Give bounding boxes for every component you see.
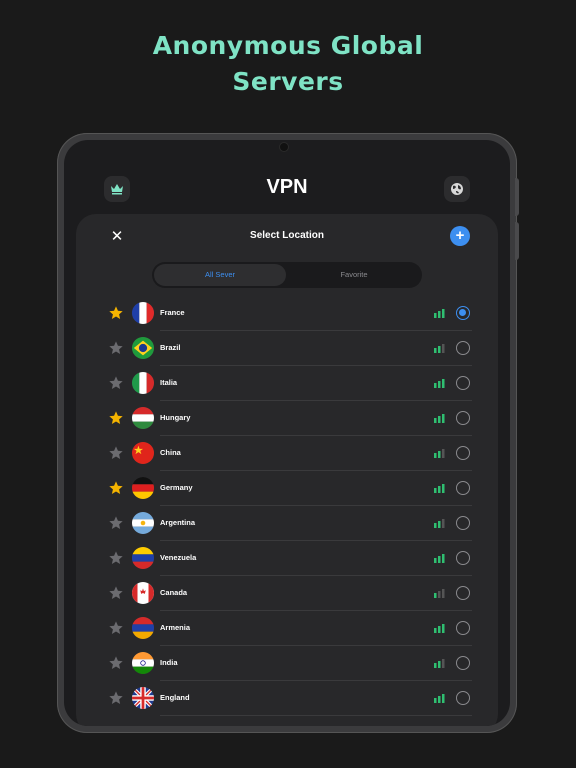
signal-strength-icon [434,344,445,353]
brazil-flag-icon [132,337,154,359]
server-select-radio[interactable] [456,551,470,565]
italy-flag-icon [132,372,154,394]
venezuela-flag-icon [132,547,154,569]
favorite-star-icon[interactable] [108,305,124,321]
country-name: Armenia [160,623,191,632]
england-flag-icon [132,687,154,709]
server-select-radio[interactable] [456,306,470,320]
country-name: India [160,658,178,667]
server-select-radio[interactable] [456,446,470,460]
promo-title-line2: Servers [232,67,344,96]
camera-icon [280,143,288,151]
country-name: Brazil [160,343,181,352]
country-name: Germany [160,483,193,492]
server-select-radio[interactable] [456,691,470,705]
country-name: Venezuela [160,553,197,562]
favorite-star-icon[interactable] [108,480,124,496]
sheet-title: Select Location [250,230,324,241]
signal-strength-icon [434,694,445,703]
india-flag-icon [132,652,154,674]
server-row-venezuela[interactable]: Venezuela [76,541,498,576]
app-screen: VPN ✕ Select Location + All Sever Favori… [64,140,510,726]
row-divider [160,715,472,716]
favorite-star-icon[interactable] [108,655,124,671]
signal-strength-icon [434,379,445,388]
favorite-star-icon[interactable] [108,550,124,566]
favorite-star-icon[interactable] [108,585,124,601]
server-row-india[interactable]: India [76,646,498,681]
globe-button[interactable] [444,176,470,202]
china-flag-icon [132,442,154,464]
server-row-germany[interactable]: Germany [76,471,498,506]
server-select-radio[interactable] [456,621,470,635]
server-select-radio[interactable] [456,341,470,355]
country-name: Canada [160,588,188,597]
signal-strength-icon [434,554,445,563]
server-row-england[interactable]: England [76,681,498,716]
signal-strength-icon [434,484,445,493]
france-flag-icon [132,302,154,324]
server-select-radio[interactable] [456,411,470,425]
server-row-canada[interactable]: Canada [76,576,498,611]
country-name: France [160,308,185,317]
country-name: Hungary [160,413,191,422]
favorite-star-icon[interactable] [108,515,124,531]
promo-title: Anonymous Global Servers [0,28,576,100]
canada-flag-icon [132,582,154,604]
server-select-radio[interactable] [456,586,470,600]
server-filter-tabs: All Sever Favorite [152,262,422,288]
server-select-radio[interactable] [456,656,470,670]
server-select-radio[interactable] [456,516,470,530]
server-row-armenia[interactable]: Armenia [76,611,498,646]
favorite-star-icon[interactable] [108,445,124,461]
favorite-star-icon[interactable] [108,620,124,636]
server-row-argentina[interactable]: Argentina [76,506,498,541]
signal-strength-icon [434,624,445,633]
server-select-radio[interactable] [456,481,470,495]
server-row-italia[interactable]: Italia [76,366,498,401]
favorite-star-icon[interactable] [108,410,124,426]
country-name: Argentina [160,518,196,527]
globe-icon [451,183,463,195]
app-header: VPN [64,170,510,210]
add-button[interactable]: + [450,226,470,246]
server-row-china[interactable]: China [76,436,498,471]
country-name: England [160,693,190,702]
server-row-brazil[interactable]: Brazil [76,331,498,366]
select-location-sheet: ✕ Select Location + All Sever Favorite F… [76,214,498,726]
favorite-star-icon[interactable] [108,340,124,356]
favorite-star-icon[interactable] [108,690,124,706]
hungary-flag-icon [132,407,154,429]
tab-favorite[interactable]: Favorite [288,264,420,286]
country-name: China [160,448,181,457]
tab-all-server[interactable]: All Sever [154,264,286,286]
tablet-side-button [515,222,519,260]
germany-flag-icon [132,477,154,499]
argentina-flag-icon [132,512,154,534]
sheet-header: ✕ Select Location + [76,224,498,250]
signal-strength-icon [434,519,445,528]
country-name: Italia [160,378,178,387]
signal-strength-icon [434,414,445,423]
server-row-france[interactable]: France [76,296,498,331]
favorite-star-icon[interactable] [108,375,124,391]
signal-strength-icon [434,589,445,598]
server-row-hungary[interactable]: Hungary [76,401,498,436]
server-select-radio[interactable] [456,376,470,390]
armenia-flag-icon [132,617,154,639]
signal-strength-icon [434,309,445,318]
signal-strength-icon [434,449,445,458]
tablet-side-button [515,178,519,216]
signal-strength-icon [434,659,445,668]
promo-title-line1: Anonymous Global [152,31,424,60]
